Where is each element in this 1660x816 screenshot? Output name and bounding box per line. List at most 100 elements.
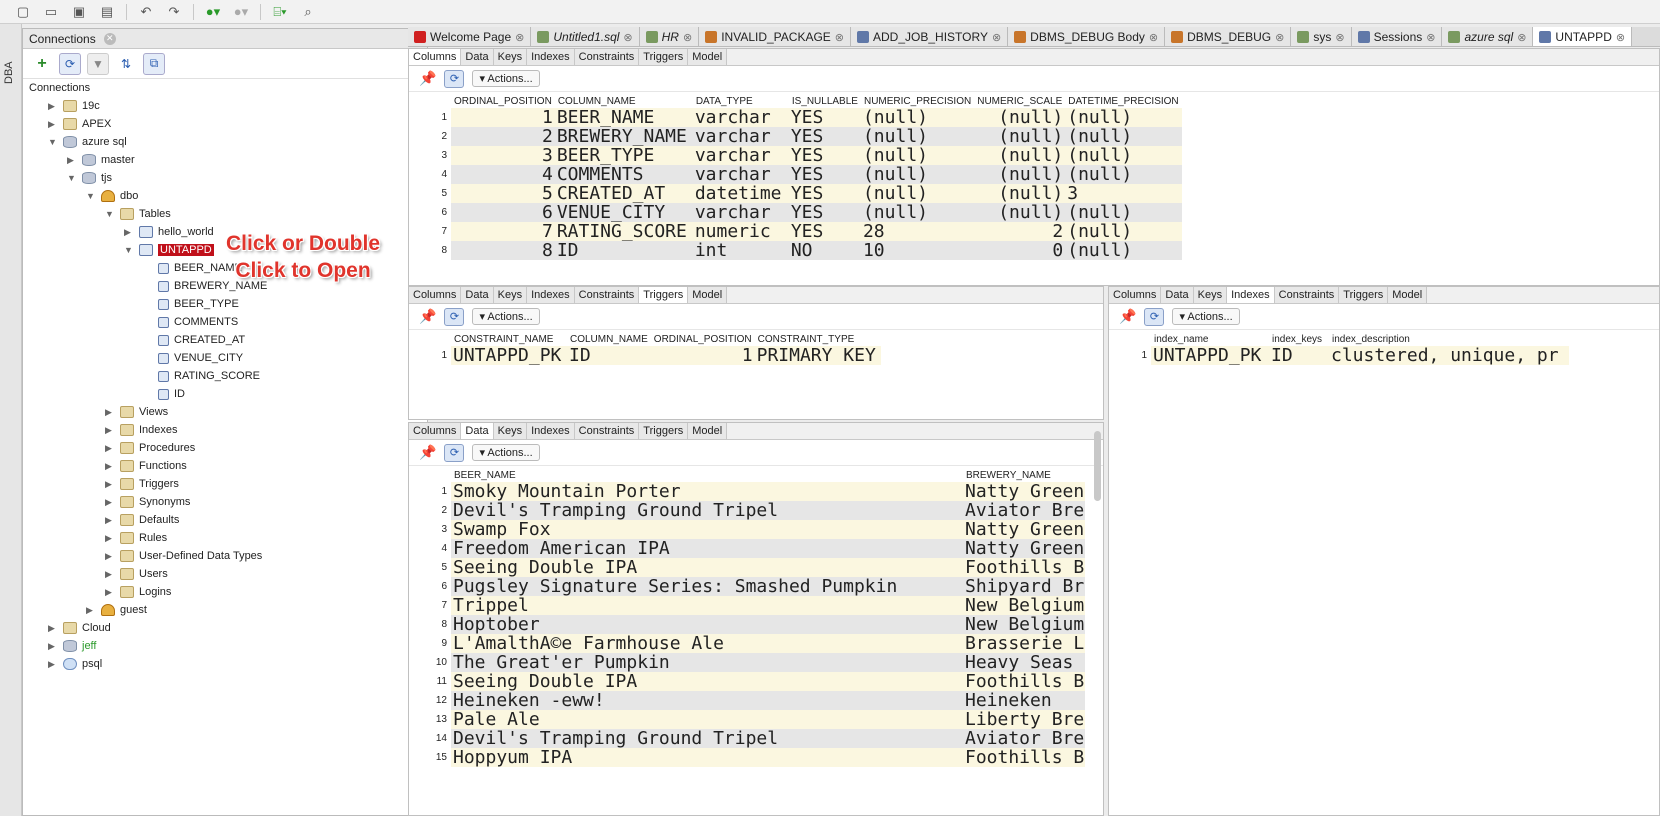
subtab-keys[interactable]: Keys <box>493 49 528 65</box>
tree-node[interactable]: ▶ Rules <box>105 529 167 547</box>
column-header[interactable]: BREWERY_NAME <box>963 468 1085 482</box>
close-icon[interactable]: ⊗ <box>515 31 524 44</box>
table-row[interactable]: 1 UNTAPPD_PK ID 1 PRIMARY KEY <box>409 346 881 365</box>
table-cell[interactable]: (null) <box>974 108 1066 127</box>
table-cell[interactable]: 3 <box>1065 184 1182 203</box>
editor-tab[interactable]: INVALID_PACKAGE ⊗ <box>699 27 852 46</box>
table-row[interactable]: 8 8 ID int NO 10 0 (null) <box>409 241 1182 260</box>
table-cell[interactable]: varchar <box>692 165 789 184</box>
table-row[interactable]: 11 Seeing Double IPA Foothills B <box>409 672 1085 691</box>
table-cell[interactable]: Hoppyum IPA <box>451 748 963 767</box>
tree-node[interactable]: ▶ APEX <box>48 115 111 133</box>
refresh-icon[interactable]: ⟳ <box>444 307 465 326</box>
subtab-indexes[interactable]: Indexes <box>527 49 575 65</box>
tree-node[interactable]: BEER_TYPE <box>143 295 239 313</box>
subtab-keys[interactable]: Keys <box>493 287 528 303</box>
subtab-model[interactable]: Model <box>1388 287 1428 303</box>
table-row[interactable]: 7 7 RATING_SCORE numeric YES 28 2 (null) <box>409 222 1182 241</box>
table-cell[interactable]: (null) <box>1065 222 1182 241</box>
table-row[interactable]: 3 3 BEER_TYPE varchar YES (null) (null) (null) <box>409 146 1182 165</box>
pin-icon[interactable]: 📌 <box>1119 308 1136 325</box>
table-cell[interactable]: 4 <box>451 165 555 184</box>
table-cell[interactable]: Swamp Fox <box>451 520 963 539</box>
table-cell[interactable]: Liberty Bre <box>963 710 1085 729</box>
tree-node[interactable]: ▶ Indexes <box>105 421 178 439</box>
tree-node[interactable]: ▶ master <box>67 151 135 169</box>
column-header[interactable]: index_name <box>1151 332 1269 346</box>
table-row[interactable]: 8 Hoptober New Belgium <box>409 615 1085 634</box>
table-cell[interactable]: BREWERY_NAME <box>554 127 693 146</box>
close-icon[interactable]: ✕ <box>103 32 116 45</box>
table-cell[interactable]: 5 <box>451 184 555 203</box>
table-row[interactable]: 4 Freedom American IPA Natty Green <box>409 539 1085 558</box>
tree-node[interactable]: ID <box>143 385 185 403</box>
undo-icon[interactable]: ↶ <box>133 2 159 22</box>
table-row[interactable]: 2 2 BREWERY_NAME varchar YES (null) (null) (nul… <box>409 127 1182 146</box>
table-cell[interactable]: (null) <box>974 127 1066 146</box>
expand-arrow-icon[interactable]: ▶ <box>105 515 115 526</box>
table-cell[interactable]: New Belgium <box>963 596 1085 615</box>
table-cell[interactable]: (null) <box>860 127 975 146</box>
table-cell[interactable]: 2 <box>451 127 555 146</box>
close-icon[interactable]: ⊗ <box>1149 31 1158 44</box>
table-cell[interactable]: varchar <box>692 203 789 222</box>
filter-icon[interactable]: ▼ <box>87 52 109 75</box>
schema-browser-icon[interactable]: ⇅ <box>115 53 137 75</box>
expand-arrow-icon[interactable]: ▶ <box>48 101 58 112</box>
tree-node[interactable]: ▶ Logins <box>105 583 171 601</box>
sql-worksheet-icon[interactable]: ⌸▾ <box>267 2 293 22</box>
table-cell[interactable]: YES <box>788 127 861 146</box>
table-cell[interactable]: varchar <box>692 108 789 127</box>
tree-node[interactable]: ▶ Defaults <box>105 511 179 529</box>
refresh-icon[interactable]: ⟳ <box>444 69 465 88</box>
column-header[interactable]: ORDINAL_POSITION <box>651 332 755 346</box>
table-cell[interactable]: NO <box>788 241 861 260</box>
table-cell[interactable]: YES <box>788 108 861 127</box>
subtab-columns[interactable]: Columns <box>409 423 462 439</box>
column-header[interactable]: BEER_NAME <box>451 468 963 482</box>
table-row[interactable]: 12 Heineken -eww! Heineken <box>409 691 1085 710</box>
expand-arrow-icon[interactable]: ▶ <box>124 227 134 238</box>
vertical-scrollbar[interactable] <box>1094 431 1101 501</box>
table-cell[interactable]: 2 <box>974 222 1066 241</box>
expand-arrow-icon[interactable]: ▶ <box>105 425 115 436</box>
table-row[interactable]: 7 Trippel New Belgium <box>409 596 1085 615</box>
expand-arrow-icon[interactable]: ▶ <box>105 407 115 418</box>
pin-icon[interactable]: 📌 <box>419 444 436 461</box>
table-cell[interactable]: YES <box>788 203 861 222</box>
table-cell[interactable]: L'AmalthA©e Farmhouse Ale <box>451 634 963 653</box>
subtab-triggers[interactable]: Triggers <box>1339 287 1389 303</box>
tree-node[interactable]: ▶ jeff <box>48 637 96 655</box>
table-cell[interactable]: RATING_SCORE <box>554 222 693 241</box>
table-row[interactable]: 10 The Great'er Pumpkin Heavy Seas <box>409 653 1085 672</box>
connections-panel-tab[interactable]: Connections ✕ ▭ <box>23 29 427 49</box>
close-icon[interactable]: ⊗ <box>623 31 632 44</box>
tree-node[interactable]: ▶ Cloud <box>48 619 111 637</box>
table-cell[interactable]: CREATED_AT <box>554 184 693 203</box>
table-cell[interactable]: BEER_TYPE <box>554 146 693 165</box>
subtab-constraints[interactable]: Constraints <box>574 49 640 65</box>
close-icon[interactable]: ⊗ <box>992 31 1001 44</box>
expand-arrow-icon[interactable]: ▶ <box>105 569 115 580</box>
tree-node[interactable]: ▼ UNTAPPD <box>124 241 214 259</box>
subtab-constraints[interactable]: Constraints <box>574 423 640 439</box>
save-all-icon[interactable]: ▤ <box>94 2 120 22</box>
redo-icon[interactable]: ↷ <box>161 2 187 22</box>
column-header[interactable]: CONSTRAINT_NAME <box>451 332 567 346</box>
table-cell[interactable]: clustered, unique, pr <box>1329 346 1569 365</box>
table-cell[interactable]: 1 <box>451 108 555 127</box>
actions-button[interactable]: ▾ Actions... <box>472 308 540 325</box>
table-row[interactable]: 2 Devil's Tramping Ground Tripel Aviator B… <box>409 501 1085 520</box>
table-cell[interactable]: Pugsley Signature Series: Smashed Pumpki… <box>451 577 963 596</box>
column-header[interactable]: index_keys <box>1269 332 1329 346</box>
subtab-keys[interactable]: Keys <box>493 423 528 439</box>
table-cell[interactable]: int <box>692 241 789 260</box>
table-cell[interactable]: Foothills B <box>963 558 1085 577</box>
table-cell[interactable]: numeric <box>692 222 789 241</box>
table-cell[interactable]: The Great'er Pumpkin <box>451 653 963 672</box>
refresh-icon[interactable]: ⟳ <box>444 443 465 462</box>
table-cell[interactable]: 28 <box>860 222 975 241</box>
table-cell[interactable]: Natty Green <box>963 482 1085 501</box>
column-header[interactable]: CONSTRAINT_TYPE <box>755 332 881 346</box>
expand-arrow-icon[interactable]: ▶ <box>105 461 115 472</box>
